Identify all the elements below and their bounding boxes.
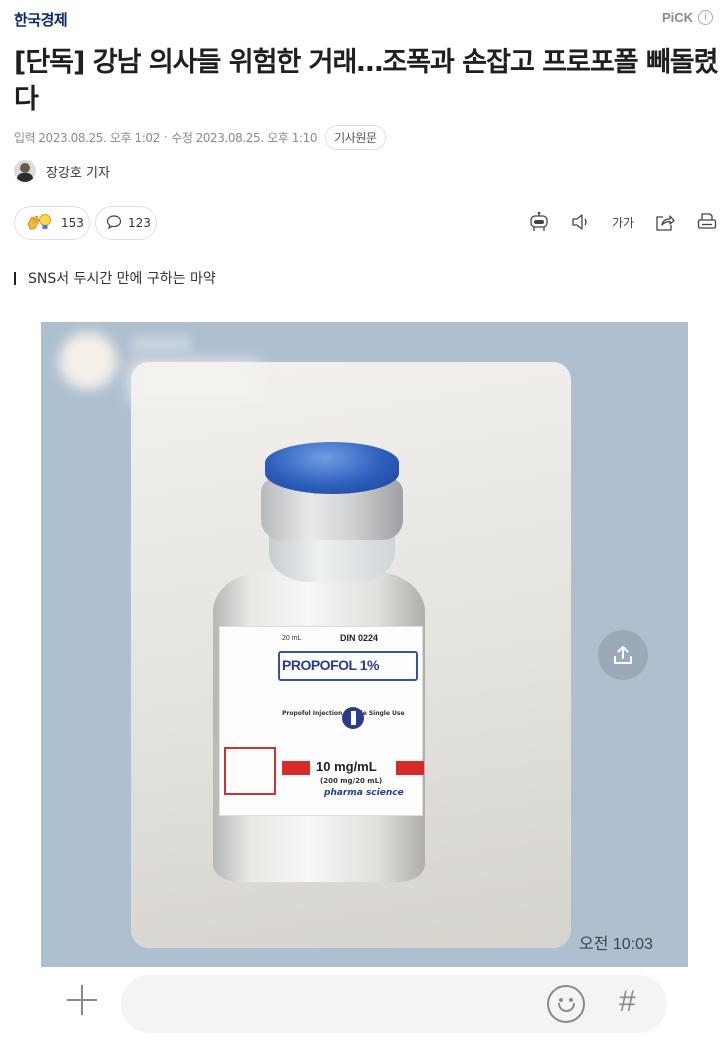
published-label: 입력 — [14, 130, 36, 145]
clap-bulb-icon — [25, 212, 55, 235]
reporter-name: 장강호 기자 — [46, 165, 110, 181]
vial-warning-box — [224, 747, 276, 795]
hash-icon[interactable]: # — [619, 985, 636, 1019]
vial-drug-name: PROPOFOL 1% — [282, 657, 379, 673]
smiley-eye-left — [559, 998, 563, 1002]
blurred-profile-avatar — [59, 332, 117, 390]
action-bar: 153 123 가가 — [14, 206, 719, 242]
vial-red-mark-right — [396, 761, 424, 775]
propofol-vial: 20 mL DIN 0224 PROPOFOL 1% Propofol Inje… — [211, 442, 431, 882]
reaction-button[interactable]: 153 — [14, 206, 90, 240]
article-dates: 입력 2023.08.25. 오후 1:02 · 수정 2023.08.25. … — [14, 124, 386, 150]
article-tools: 가가 — [527, 210, 719, 234]
vial-brand: pharma science — [324, 788, 404, 798]
avatar-head — [20, 163, 30, 173]
date-separator: · — [163, 130, 168, 144]
subheading-text: SNS서 두시간 만에 구하는 마약 — [28, 271, 216, 287]
original-article-button[interactable]: 기사원문 — [325, 124, 386, 150]
vial-dose-total: (200 mg/20 mL) — [320, 777, 383, 785]
modified-label: 수정 — [171, 130, 193, 145]
robot-icon[interactable] — [527, 210, 551, 234]
message-input[interactable] — [121, 975, 667, 1033]
smiley-icon[interactable] — [547, 985, 585, 1023]
vial-red-mark-left — [282, 761, 310, 775]
press-logo[interactable]: 한국경제 — [14, 9, 68, 30]
comment-count: 123 — [128, 216, 151, 230]
speaker-icon[interactable] — [569, 210, 593, 234]
article-photo[interactable]: 20 mL DIN 0224 PROPOFOL 1% Propofol Inje… — [41, 322, 688, 967]
published-date: 2023.08.25. 오후 1:02 — [38, 130, 160, 145]
blurred-sender-name — [131, 336, 191, 352]
avatar-body — [17, 173, 33, 182]
info-icon[interactable]: i — [698, 10, 713, 25]
upload-icon[interactable] — [598, 630, 648, 680]
avatar — [14, 160, 36, 182]
vial-cap — [265, 442, 399, 494]
print-icon[interactable] — [695, 210, 719, 234]
pick-badge[interactable]: PiCK i — [662, 10, 713, 25]
vial-volume: 20 mL — [282, 635, 302, 642]
vial-dose: 10 mg/mL — [316, 759, 377, 774]
text-size-button[interactable]: 가가 — [611, 210, 635, 234]
reporter-byline[interactable]: 장강호 기자 — [14, 160, 110, 182]
smiley-eye-right — [569, 998, 573, 1002]
article-subheading: SNS서 두시간 만에 구하는 마약 — [14, 268, 216, 288]
vial-label: 20 mL DIN 0224 PROPOFOL 1% Propofol Inje… — [219, 626, 424, 816]
chat-composer: # — [41, 967, 688, 1039]
comment-button[interactable]: 123 — [95, 206, 157, 240]
vial-din: DIN 0224 — [340, 633, 379, 643]
pharma-logo-icon — [342, 707, 364, 729]
modified-date: 2023.08.25. 오후 1:10 — [195, 130, 318, 145]
speech-bubble-icon — [106, 214, 122, 233]
pick-label: PiCK — [661, 10, 693, 25]
chat-image-bubble: 20 mL DIN 0224 PROPOFOL 1% Propofol Inje… — [131, 362, 571, 948]
blurred-strip — [131, 362, 261, 402]
subheading-bar — [14, 271, 16, 285]
article-headline: [단독] 강남 의사들 위험한 거래…조폭과 손잡고 프로포폴 빼돌렸다 — [14, 47, 718, 115]
text-size-label: 가가 — [611, 215, 635, 230]
reaction-count: 153 — [61, 216, 84, 230]
top-bar: 한국경제 PiCK i — [0, 0, 727, 38]
message-time: 오전 10:03 — [579, 936, 653, 953]
smiley-mouth — [558, 1003, 575, 1012]
plus-icon[interactable] — [65, 983, 99, 1017]
share-icon[interactable] — [653, 210, 677, 234]
